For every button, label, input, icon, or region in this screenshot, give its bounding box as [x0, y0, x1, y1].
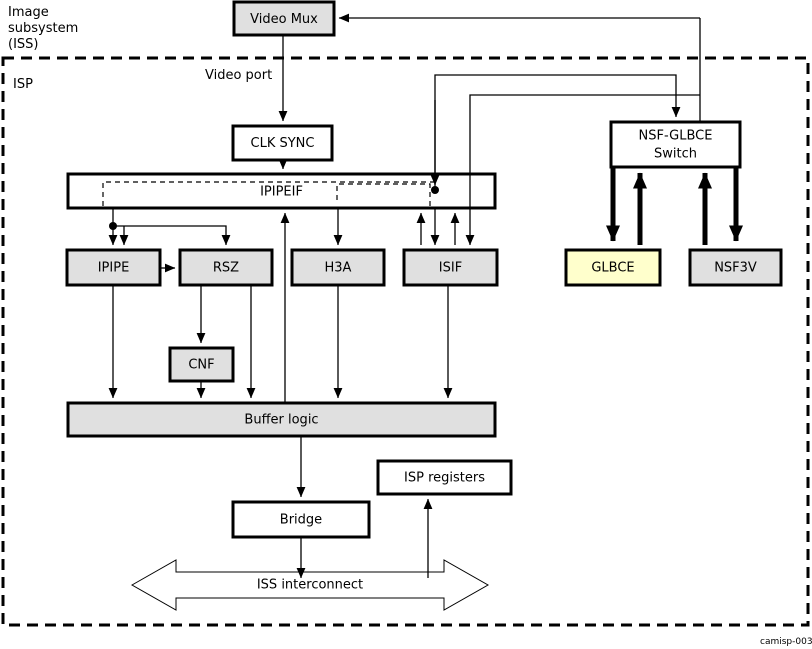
junction-dot-ipipe-branch [109, 222, 117, 230]
conn-ipipeif-branch-to-rsz [113, 225, 231, 246]
iss-region-label-line3: (ISS) [8, 37, 38, 52]
block-isif-label: ISIF [439, 261, 462, 276]
block-isp-registers-label: ISP registers [404, 471, 485, 486]
block-nsf3v-label: NSF3V [714, 261, 757, 276]
iss-region-label-line1: Image [8, 5, 49, 20]
block-cnf-label: CNF [188, 358, 214, 373]
block-clk-sync-label: CLK SYNC [251, 136, 315, 151]
diagram-canvas: Image subsystem (ISS) ISP Video port Vid… [1, 0, 812, 647]
isp-block-diagram: Image subsystem (ISS) ISP Video port Vid… [0, 0, 812, 649]
block-nsf-glbce-switch-label-line1: NSF-GLBCE [639, 129, 713, 144]
block-video-mux-label: Video Mux [250, 12, 318, 27]
block-rsz-label: RSZ [213, 261, 239, 276]
video-port-label: Video port [205, 68, 272, 83]
block-buffer-logic-label: Buffer logic [244, 413, 318, 428]
block-nsf-glbce-switch-label-line2: Switch [654, 147, 697, 162]
block-bridge-label: Bridge [280, 513, 322, 528]
block-ipipe-label: IPIPE [98, 261, 130, 276]
block-ipipeif-label: IPIPEIF [260, 185, 303, 200]
block-iss-interconnect-label: ISS interconnect [257, 578, 363, 593]
iss-region-label-line2: subsystem [8, 21, 78, 36]
block-glbce-label: GLBCE [591, 261, 634, 276]
block-h3a-label: H3A [325, 261, 352, 276]
figure-caption: camisp-003i [760, 637, 812, 647]
isp-region-label: ISP [13, 77, 33, 92]
